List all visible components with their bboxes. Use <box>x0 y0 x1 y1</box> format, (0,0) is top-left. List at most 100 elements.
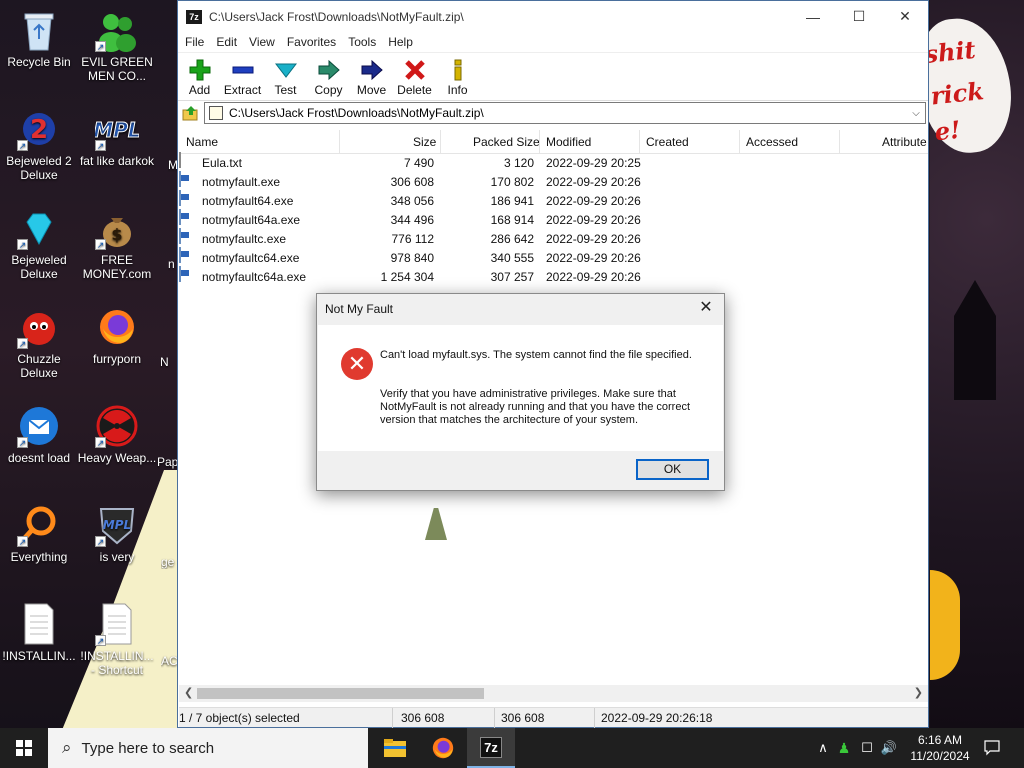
file-name: notmyfaultc64a.exe <box>202 270 307 284</box>
desktop-icon-label: EVIL GREEN MEN CO... <box>81 55 153 83</box>
recycle-bin-icon <box>17 8 61 52</box>
taskbar-search[interactable]: ⌕ Type here to search <box>48 728 368 768</box>
table-row[interactable]: notmyfaultc.exe 776 112 286 642 2022-09-… <box>179 228 928 248</box>
close-button[interactable]: ✕ <box>882 1 928 32</box>
green-people-icon: ↗ <box>95 8 139 52</box>
column-header-size[interactable]: Size <box>413 135 436 149</box>
scroll-left-icon[interactable]: ❮ <box>184 686 193 699</box>
mpl-logo-icon: MPL ↗ <box>95 107 139 151</box>
desktop-icon-heavy-weapon[interactable]: ↗ Heavy Weap... <box>77 404 157 465</box>
desktop-icon-doesnt-load[interactable]: ↗ doesnt load <box>0 404 79 465</box>
address-bar: C:\Users\Jack Frost\Downloads\NotMyFault… <box>178 100 928 125</box>
extract-button[interactable]: Extract <box>221 57 264 97</box>
address-input[interactable]: C:\Users\Jack Frost\Downloads\NotMyFault… <box>204 102 926 124</box>
desktop-icon-chuzzle[interactable]: ↗ Chuzzle Deluxe <box>0 305 79 380</box>
chevron-down-icon[interactable]: ⌵ <box>907 108 925 119</box>
desktop-icon-furryporn[interactable]: furryporn <box>77 305 157 366</box>
move-button[interactable]: Move <box>350 57 393 97</box>
column-header-modified[interactable]: Modified <box>546 135 591 149</box>
taskbar-firefox[interactable] <box>419 728 467 768</box>
scroll-right-icon[interactable]: ❯ <box>914 686 923 699</box>
file-list: Eula.txt 7 490 3 120 2022-09-29 20:25 no… <box>179 152 928 286</box>
maximize-button[interactable]: ☐ <box>836 1 882 32</box>
extract-icon <box>232 66 253 74</box>
file-modified: 2022-09-29 20:26 <box>546 232 641 246</box>
up-folder-button[interactable] <box>178 105 204 121</box>
table-row[interactable]: Eula.txt 7 490 3 120 2022-09-29 20:25 <box>179 152 928 172</box>
desktop-icon-bejeweled[interactable]: ↗ Bejeweled Deluxe <box>0 206 79 281</box>
copy-button[interactable]: Copy <box>307 57 350 97</box>
table-row[interactable]: notmyfault64a.exe 344 496 168 914 2022-0… <box>179 209 928 229</box>
desktop-icon-fat-like-darkok[interactable]: MPL ↗ fat like darkok <box>77 107 157 169</box>
menu-file[interactable]: File <box>179 35 210 49</box>
menu-help[interactable]: Help <box>382 35 419 49</box>
file-size: 344 496 <box>390 213 434 227</box>
desktop-icon-label: Heavy Weap... <box>77 451 157 465</box>
desktop-icon-everything[interactable]: ↗ Everything <box>0 503 79 564</box>
scrollbar-thumb[interactable] <box>197 688 484 699</box>
firefox-icon <box>432 737 454 759</box>
7zip-icon: 7z <box>480 736 502 758</box>
document-icon <box>17 602 61 646</box>
taskbar-7zip[interactable]: 7z <box>467 728 515 768</box>
volume-icon[interactable]: 🔊 <box>878 740 900 756</box>
menu-view[interactable]: View <box>243 35 281 49</box>
desktop-icon-bejeweled-2[interactable]: 2 ↗ Bejeweled 2 Deluxe <box>0 107 79 182</box>
wallpaper-text: e! <box>933 114 962 147</box>
menu-edit[interactable]: Edit <box>210 35 243 49</box>
info-icon <box>454 59 461 81</box>
network-icon[interactable]: ☐ <box>856 740 878 756</box>
desktop-icon-label: doesnt load <box>7 451 71 465</box>
file-packed-size: 3 120 <box>503 156 534 170</box>
everything-search-icon: ↗ <box>17 503 61 547</box>
horizontal-scrollbar[interactable]: ❮ ❯ <box>179 685 928 702</box>
desktop-icon-label: !INSTALLIN... - Shortcut <box>80 649 154 677</box>
dialog-message-primary: Can't load myfault.sys. The system canno… <box>380 349 692 361</box>
file-packed-size: 186 941 <box>490 194 534 208</box>
title-bar[interactable]: 7z C:\Users\Jack Frost\Downloads\NotMyFa… <box>178 1 928 32</box>
table-row[interactable]: notmyfault64.exe 348 056 186 941 2022-09… <box>179 190 928 210</box>
people-icon[interactable]: ♟ <box>832 740 856 757</box>
menu-favorites[interactable]: Favorites <box>281 35 342 49</box>
notification-button[interactable] <box>982 728 1002 768</box>
desktop-icon-evil-green-men[interactable]: ↗ EVIL GREEN MEN CO... <box>77 8 157 83</box>
test-button[interactable]: Test <box>264 57 307 97</box>
file-modified: 2022-09-29 20:25 <box>546 156 641 170</box>
diamond-icon: ↗ <box>17 206 61 250</box>
table-row[interactable]: notmyfaultc64.exe 978 840 340 555 2022-0… <box>179 247 928 267</box>
up-folder-icon <box>182 106 198 121</box>
column-header-accessed[interactable]: Accessed <box>746 135 798 149</box>
file-modified: 2022-09-29 20:26 <box>546 213 641 227</box>
document-shortcut-icon: ↗ <box>95 602 139 646</box>
minimize-button[interactable]: — <box>790 1 836 32</box>
shortcut-arrow-icon: ↗ <box>95 437 106 448</box>
test-icon <box>274 63 297 78</box>
clock[interactable]: 6:16 AM 11/20/2024 <box>904 732 976 764</box>
add-button[interactable]: Add <box>178 57 221 97</box>
taskbar-file-explorer[interactable] <box>371 728 419 768</box>
mpl-shield-icon: MPL ↗ <box>95 503 139 547</box>
ok-button[interactable]: OK <box>636 459 709 480</box>
start-button[interactable] <box>0 728 48 768</box>
desktop-icon-free-money[interactable]: $ ↗ FREE MONEY.com <box>77 206 157 281</box>
show-hidden-icons-chevron-icon[interactable]: ∧ <box>814 740 832 756</box>
zip-icon <box>209 106 223 120</box>
clock-date: 11/20/2024 <box>910 749 970 763</box>
wallpaper-moon <box>930 570 960 680</box>
info-button[interactable]: Info <box>436 57 479 97</box>
dialog-close-button[interactable]: ✕ <box>696 298 716 318</box>
column-header-name[interactable]: Name <box>186 135 218 149</box>
desktop-icon-installing-shortcut[interactable]: ↗ !INSTALLIN... - Shortcut <box>77 602 157 677</box>
column-header-attributes[interactable]: Attribute <box>882 135 927 149</box>
desktop-icon-installing[interactable]: !INSTALLIN... <box>0 602 79 663</box>
desktop-icon-label: Bejeweled 2 Deluxe <box>6 154 72 182</box>
table-row[interactable]: notmyfaultc64a.exe 1 254 304 307 257 202… <box>179 266 928 286</box>
desktop-icon-is-very[interactable]: MPL ↗ is very <box>77 503 157 564</box>
desktop-icon-recycle-bin[interactable]: Recycle Bin <box>0 8 79 69</box>
svg-text:2: 2 <box>30 115 48 145</box>
delete-button[interactable]: Delete <box>393 57 436 97</box>
column-header-created[interactable]: Created <box>646 135 689 149</box>
table-row[interactable]: notmyfault.exe 306 608 170 802 2022-09-2… <box>179 171 928 191</box>
menu-tools[interactable]: Tools <box>342 35 382 49</box>
column-header-packed-size[interactable]: Packed Size <box>473 135 540 149</box>
